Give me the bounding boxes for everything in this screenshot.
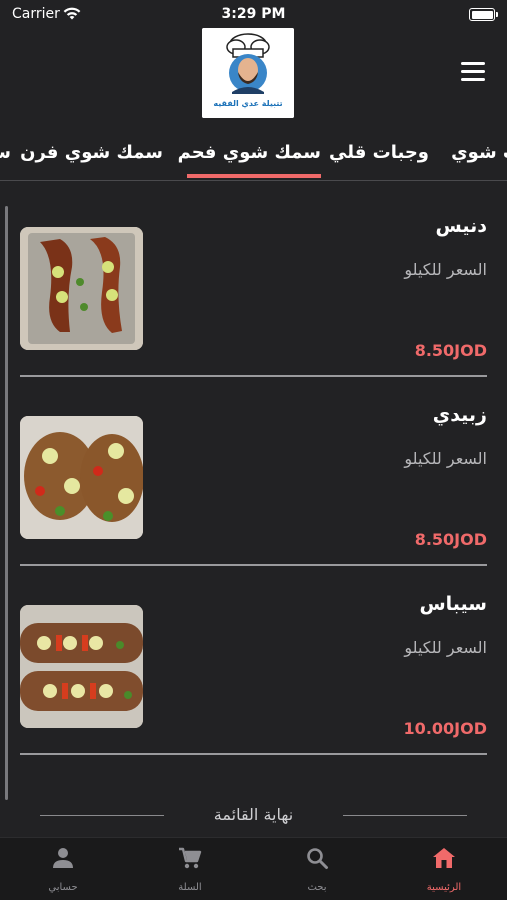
item-image [20,416,143,539]
active-tab-indicator [187,174,321,178]
menu-icon-bar [461,62,485,65]
nav-label: بحث [307,882,327,893]
item-price: 8.50JOD [414,530,487,549]
divider [20,375,487,377]
cart-icon [179,847,202,869]
end-of-list: نهاية القائمة [0,800,507,834]
divider [20,564,487,566]
item-name: سيباس [419,593,487,615]
item-name: زبيدي [432,404,487,426]
item-price: 10.00JOD [403,719,487,738]
nav-home[interactable]: الرئيسية [381,838,507,900]
tab-oven-grilled-fish[interactable]: سمك شوي فرن [20,142,163,163]
nav-label: الرئيسية [426,882,462,893]
menu-icon-bar [461,78,485,81]
nav-search[interactable]: بحث [254,838,380,900]
item-description: السعر للكيلو [404,449,487,468]
nav-cart[interactable]: السلة [127,838,253,900]
tab-charcoal-grilled-fish[interactable]: سمك شوي فحم [178,142,321,163]
battery-icon [469,8,498,21]
chef-logo-image: تتبيلة عدي الفقيه [202,28,294,118]
scrollbar[interactable] [5,206,8,800]
nav-account[interactable]: حسابي [0,838,126,900]
item-price: 8.50JOD [414,341,487,360]
menu-item[interactable]: سيباس السعر للكيلو 10.00JOD [20,593,487,793]
item-description: السعر للكيلو [404,638,487,657]
menu-icon-bar [461,70,485,73]
tab-grill[interactable]: ت شوي [451,142,507,163]
menu-item[interactable]: دنيس السعر للكيلو 8.50JOD [20,215,487,415]
tab-more[interactable]: س [0,142,11,163]
app-header: تتبيلة عدي الفقيه [0,28,507,120]
status-bar: Carrier 3:29 PM [0,0,507,28]
bottom-tab-bar: حسابي السلة بحث الرئيسية [0,837,507,900]
status-time: 3:29 PM [221,6,286,22]
logo-text: تتبيلة عدي الفقيه [213,99,282,108]
menu-item[interactable]: زبيدي السعر للكيلو 8.50JOD [20,404,487,604]
item-image [20,227,143,350]
nav-label: حسابي [48,882,78,893]
end-of-list-label: نهاية القائمة [213,805,294,824]
category-tabs: ت شوي وجبات قلي سمك شوي فحم سمك شوي فرن … [0,130,507,181]
user-icon [53,848,73,868]
divider [20,753,487,755]
search-icon [307,848,328,869]
home-icon [433,848,455,868]
tab-fried-meals[interactable]: وجبات قلي [329,142,429,163]
item-name: دنيس [435,215,488,237]
item-description: السعر للكيلو [404,260,487,279]
nav-label: السلة [178,882,202,893]
item-image [20,605,143,728]
brand-logo: تتبيلة عدي الفقيه [202,28,294,118]
menu-button[interactable] [461,62,485,82]
